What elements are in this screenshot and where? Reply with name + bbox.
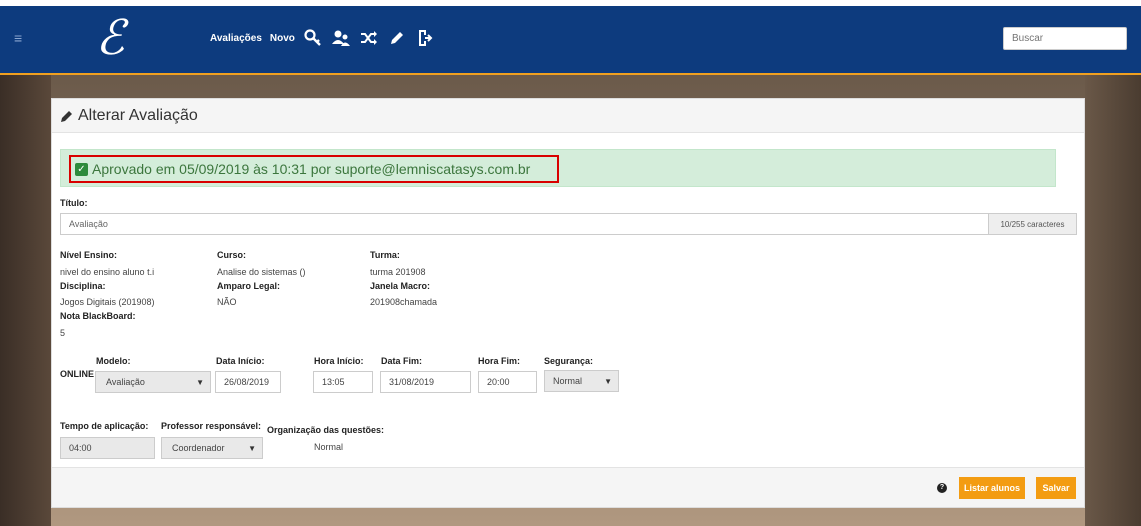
search-input[interactable] [1003, 27, 1127, 50]
nota-label: Nota BlackBoard: [60, 311, 136, 321]
shield-check-icon: ✓ [75, 162, 88, 176]
menu-icon[interactable]: ≡ [14, 30, 22, 46]
nav-novo[interactable]: Novo [270, 33, 295, 44]
char-counter: 10/255 caracteres [988, 213, 1077, 235]
data-fim-label: Data Fim: [381, 356, 423, 366]
janela-label: Janela Macro: [370, 281, 431, 291]
online-label: ONLINE [60, 369, 95, 379]
nav-avaliacoes[interactable]: Avaliações [210, 33, 262, 44]
panel-footer: ? Listar alunos Salvar [52, 467, 1084, 507]
logout-icon[interactable] [415, 28, 435, 48]
listar-alunos-button[interactable]: Listar alunos [959, 477, 1025, 499]
help-icon[interactable]: ? [937, 483, 947, 493]
page-title: Alterar Avaliação [78, 106, 198, 124]
edit-evaluation-panel: Alterar Avaliação ✓ Aprovado em 05/09/20… [51, 98, 1085, 508]
approval-alert: ✓ Aprovado em 05/09/2019 às 10:31 por su… [60, 149, 1056, 187]
approval-highlight: ✓ Aprovado em 05/09/2019 às 10:31 por su… [69, 155, 559, 183]
amparo-value: NÃO [217, 297, 237, 307]
salvar-button[interactable]: Salvar [1036, 477, 1076, 499]
nota-value: 5 [60, 328, 66, 338]
search-key-icon[interactable] [303, 28, 323, 48]
nav-menu: Avaliações Novo [210, 28, 435, 48]
nivel-label: Nível Ensino: [60, 250, 118, 260]
data-inicio-label: Data Início: [216, 356, 265, 366]
disciplina-value: Jogos Digitais (201908) [60, 297, 155, 307]
logo[interactable]: ℰ [88, 12, 132, 64]
caret-down-icon: ▼ [248, 443, 256, 453]
hora-inicio-input[interactable]: 13:05 [313, 371, 373, 393]
data-fim-input[interactable]: 31/08/2019 [380, 371, 471, 393]
seguranca-select[interactable]: Normal ▼ [544, 370, 619, 392]
caret-down-icon: ▼ [196, 377, 204, 387]
nivel-value: nivel do ensino aluno t.i [60, 267, 155, 277]
pencil-icon[interactable] [387, 28, 407, 48]
pencil-icon [61, 110, 72, 122]
caret-down-icon: ▼ [604, 376, 612, 386]
curso-label: Curso: [217, 250, 246, 260]
janela-value: 201908chamada [370, 297, 438, 307]
modelo-select[interactable]: Avaliação ▼ [95, 371, 211, 393]
seguranca-label: Segurança: [544, 356, 594, 366]
data-inicio-input[interactable]: 26/08/2019 [215, 371, 281, 393]
tempo-input[interactable]: 04:00 [60, 437, 155, 459]
organizacao-value: Normal [314, 442, 344, 452]
organizacao-label: Organização das questões: [267, 425, 385, 435]
hora-fim-input[interactable]: 20:00 [478, 371, 537, 393]
approval-text: Aprovado em 05/09/2019 às 10:31 por supo… [92, 161, 531, 177]
tempo-label: Tempo de aplicação: [60, 421, 149, 431]
hora-fim-label: Hora Fim: [478, 356, 521, 366]
professor-label: Professor responsável: [161, 421, 262, 431]
amparo-label: Amparo Legal: [217, 281, 281, 291]
curso-value: Analise do sistemas () [217, 267, 306, 277]
top-navbar: ≡ ℰ Avaliações Novo [0, 0, 1141, 75]
users-icon[interactable] [331, 28, 351, 48]
hora-inicio-label: Hora Início: [314, 356, 364, 366]
turma-value: turma 201908 [370, 267, 426, 277]
modelo-label: Modelo: [96, 356, 131, 366]
titulo-label: Título: [60, 198, 88, 208]
titulo-input[interactable]: Avaliação [60, 213, 988, 235]
shuffle-icon[interactable] [359, 28, 379, 48]
disciplina-label: Disciplina: [60, 281, 106, 291]
professor-select[interactable]: Coordenador ▼ [161, 437, 263, 459]
panel-header: Alterar Avaliação [52, 99, 1084, 133]
turma-label: Turma: [370, 250, 400, 260]
